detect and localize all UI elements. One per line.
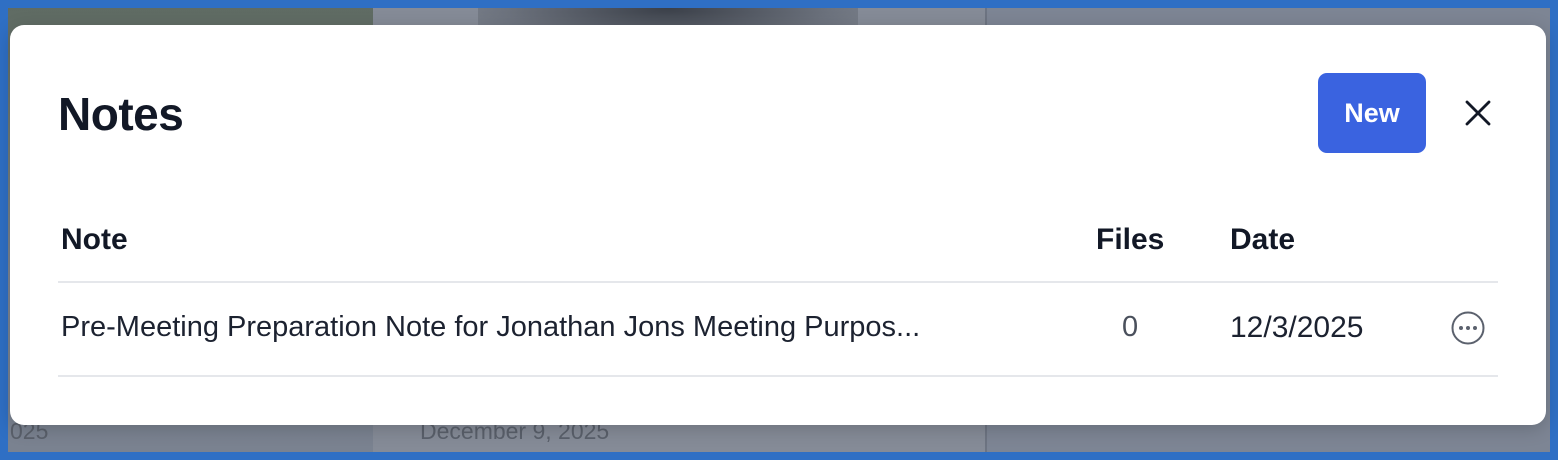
close-button[interactable]	[1460, 95, 1496, 131]
column-header-files[interactable]: Files	[1096, 223, 1164, 257]
table-row[interactable]: Pre-Meeting Preparation Note for Jonatha…	[58, 283, 1498, 377]
column-header-note[interactable]: Note	[61, 223, 128, 257]
table-header: Note Files Date	[58, 215, 1498, 283]
new-note-button[interactable]: New	[1318, 73, 1426, 153]
files-count-cell: 0	[1122, 311, 1139, 343]
more-horizontal-icon	[1451, 311, 1485, 345]
note-title-cell[interactable]: Pre-Meeting Preparation Note for Jonatha…	[61, 311, 1031, 344]
notes-modal: Notes New Note Files Date Pre-Meeting Pr…	[10, 25, 1546, 425]
modal-title: Notes	[58, 88, 184, 140]
column-header-date[interactable]: Date	[1230, 223, 1295, 257]
row-actions-button[interactable]	[1450, 310, 1486, 346]
close-icon	[1465, 100, 1491, 126]
date-cell: 12/3/2025	[1230, 311, 1364, 344]
notes-table: Note Files Date Pre-Meeting Preparation …	[58, 215, 1498, 377]
